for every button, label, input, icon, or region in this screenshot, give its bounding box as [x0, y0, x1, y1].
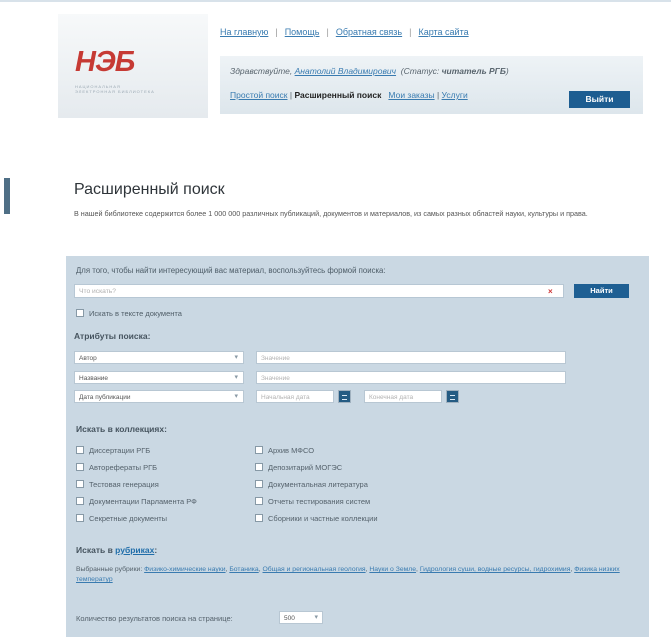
rubric-link[interactable]: Науки о Земле — [369, 566, 416, 573]
rubric-link[interactable]: Физико-химические науки — [144, 566, 225, 573]
search-panel: Для того, чтобы найти интересующий вас м… — [66, 256, 649, 637]
results-per-page-select[interactable]: 500 — [279, 611, 323, 624]
start-calendar-icon[interactable] — [338, 390, 351, 403]
page-title: Расширенный поиск — [74, 181, 225, 198]
search-input[interactable]: Что искать? — [74, 284, 564, 298]
search-button[interactable]: Найти — [574, 284, 629, 298]
publication-date-select[interactable]: Дата публикации — [74, 390, 244, 403]
selected-rubrics: Выбранные рубрики: Физико-химические нау… — [76, 566, 620, 583]
collection-checkbox[interactable]: Архив МФСО — [255, 446, 314, 455]
close-icon[interactable]: × — [548, 288, 553, 296]
search-navigation: Простой поиск | Расширенный поиск Мои за… — [230, 90, 468, 100]
collections-title: Искать в коллекциях: — [76, 424, 167, 434]
rubric-link[interactable]: Ботаника — [229, 566, 258, 573]
collection-checkbox[interactable]: Диссертации РГБ — [76, 446, 150, 455]
logout-button[interactable]: Выйти — [569, 91, 630, 108]
collection-checkbox[interactable]: Документации Парламента РФ — [76, 497, 197, 506]
feedback-link[interactable]: Обратная связь — [336, 27, 402, 37]
collection-checkbox[interactable]: Сборники и частные коллекции — [255, 514, 378, 523]
title-select[interactable]: Название — [74, 371, 244, 384]
collection-checkbox[interactable]: Документальная литература — [255, 480, 368, 489]
advanced-search-page: НЭБ НАЦИОНАЛЬНАЯ ЭЛЕКТРОННАЯ БИБЛИОТЕКА … — [0, 0, 671, 643]
side-marker — [4, 178, 10, 214]
full-text-checkbox[interactable] — [76, 309, 84, 317]
title-value-input[interactable]: Значение — [256, 371, 566, 384]
user-greeting: Здравствуйте, Анатолий Владимирович (Ста… — [230, 66, 509, 76]
collection-checkbox[interactable]: Отчеты тестирования систем — [255, 497, 370, 506]
start-date-input[interactable]: Начальная дата — [256, 390, 334, 403]
top-rule — [0, 0, 671, 2]
collection-checkbox[interactable]: Тестовая генерация — [76, 480, 159, 489]
simple-search-link[interactable]: Простой поиск — [230, 90, 288, 100]
logo-wordmark: НЭБ — [75, 46, 135, 78]
page-intro: В нашей библиотеке содержится более 1 00… — [74, 209, 588, 218]
user-name-link[interactable]: Анатолий Владимирович — [295, 66, 396, 76]
logo-subtitle: НАЦИОНАЛЬНАЯ ЭЛЕКТРОННАЯ БИБЛИОТЕКА — [75, 84, 155, 94]
rubric-link[interactable]: Гидрология суши, водные ресурсы, гидрохи… — [420, 566, 571, 573]
full-text-checkbox-row[interactable]: Искать в тексте документа — [76, 309, 182, 318]
rubric-link[interactable]: Общая и региональная геология — [263, 566, 366, 573]
collection-checkbox[interactable]: Депозитарий МОГЭС — [255, 463, 342, 472]
author-value-input[interactable]: Значение — [256, 351, 566, 364]
help-link[interactable]: Помощь — [285, 27, 320, 37]
sitemap-link[interactable]: Карта сайта — [418, 27, 468, 37]
rubrics-title: Искать в рубриках: — [76, 545, 158, 555]
end-calendar-icon[interactable] — [446, 390, 459, 403]
logo[interactable]: НЭБ НАЦИОНАЛЬНАЯ ЭЛЕКТРОННАЯ БИБЛИОТЕКА — [58, 14, 208, 118]
user-bar: Здравствуйте, Анатолий Владимирович (Ста… — [220, 56, 643, 114]
search-hint: Для того, чтобы найти интересующий вас м… — [76, 266, 386, 275]
advanced-search-current: Расширенный поиск — [294, 90, 382, 100]
attributes-title: Атрибуты поиска: — [74, 331, 151, 341]
collection-checkbox[interactable]: Секретные документы — [76, 514, 167, 523]
top-navigation: На главную | Помощь | Обратная связь | Карта с… — [220, 27, 469, 37]
end-date-input[interactable]: Конечная дата — [364, 390, 442, 403]
rubrics-link[interactable]: рубриках — [115, 545, 154, 555]
home-link[interactable]: На главную — [220, 27, 268, 37]
my-orders-link[interactable]: Мои заказы — [388, 90, 434, 100]
results-per-page-label: Количество результатов поиска на страниц… — [76, 614, 233, 623]
services-link[interactable]: Услуги — [442, 90, 468, 100]
user-status: читатель РГБ — [441, 66, 506, 76]
collection-checkbox[interactable]: Авторефераты РГБ — [76, 463, 157, 472]
author-select[interactable]: Автор — [74, 351, 244, 364]
